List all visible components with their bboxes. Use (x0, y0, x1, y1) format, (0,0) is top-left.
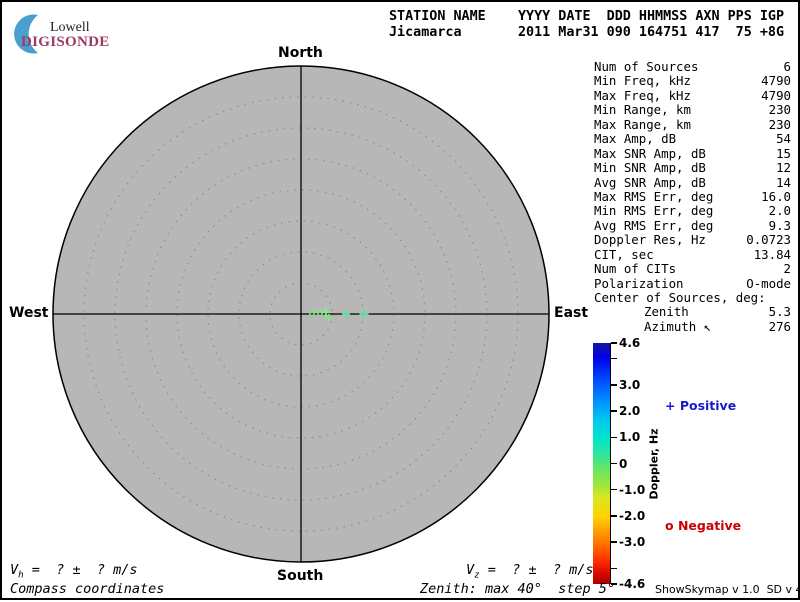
app-frame: Lowell DIGISONDE STATION NAME YYYY DATE … (0, 0, 800, 600)
colorbar-tick (611, 515, 617, 517)
colorbar-tick (611, 541, 617, 543)
colorbar-tick-label: 3.0 (619, 377, 641, 392)
vz-readout: Vz = ? ± ? m/s (466, 562, 594, 581)
colorbar-tick (611, 410, 617, 412)
colorbar-tick (611, 384, 617, 386)
vh-readout: Vh = ? ± ? m/s (10, 562, 138, 581)
colorbar-tick-label: -1.0 (619, 482, 646, 497)
colorbar-title: Doppler, Hz (647, 428, 661, 500)
colorbar-tick-label: -2.0 (619, 508, 646, 523)
zenith-range-note: Zenith: max 40° step 5° (420, 581, 616, 597)
legend-positive: + Positive (665, 398, 737, 413)
version-label: ShowSkymap v 1.0 SD v 4.2 (655, 583, 800, 596)
compass-label-west: West (9, 305, 49, 321)
colorbar-tick-label: 2.0 (619, 404, 641, 419)
legend-negative: o Negative (665, 518, 742, 533)
compass-label-east: East (554, 305, 589, 321)
colorbar-tick (611, 436, 617, 439)
colorbar-tick-label: 1.0 (619, 430, 641, 445)
compass-label-south: South (277, 568, 324, 584)
coordinates-note: Compass coordinates (10, 581, 165, 597)
colorbar-tick (611, 342, 617, 344)
colorbar-tick-label: 0 (619, 456, 628, 471)
colorbar-tick-label: 4.6 (619, 336, 641, 350)
colorbar-tick (611, 488, 617, 491)
colorbar-tick-label: -4.6 (619, 577, 646, 591)
colorbar-tick (611, 357, 617, 360)
colorbar-tick-label: -3.0 (619, 535, 646, 550)
skymap-plot (52, 65, 550, 563)
colorbar-tick (611, 462, 617, 465)
doppler-colorbar (593, 343, 611, 584)
colorbar-tick (611, 567, 617, 570)
compass-label-north: North (278, 45, 323, 61)
